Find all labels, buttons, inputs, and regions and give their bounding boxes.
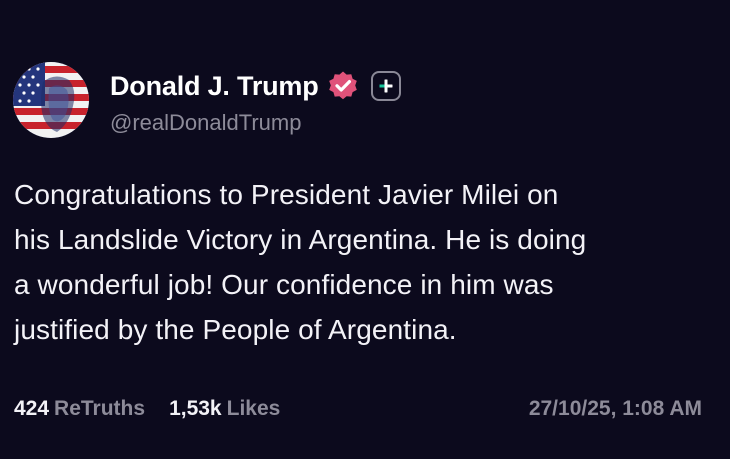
retruths-stat[interactable]: 424 ReTruths bbox=[14, 397, 145, 421]
post-card: Donald J. Trump @realDonaldTrump Congrat… bbox=[0, 0, 730, 459]
plus-icon[interactable] bbox=[370, 71, 401, 101]
author-row: Donald J. Trump bbox=[110, 68, 401, 104]
author-display-name[interactable]: Donald J. Trump bbox=[110, 71, 319, 102]
post-text: Congratulations to President Javier Mile… bbox=[14, 179, 587, 345]
avatar[interactable] bbox=[13, 62, 89, 138]
post-stats: 424 ReTruths 1,53k Likes bbox=[14, 393, 304, 425]
post-timestamp: 27/10/25, 1:08 AM bbox=[528, 397, 702, 420]
retruths-label: ReTruths bbox=[54, 397, 146, 420]
author-handle[interactable]: @realDonaldTrump bbox=[110, 110, 301, 136]
likes-label: Likes bbox=[226, 397, 281, 420]
likes-count: 1,53k bbox=[169, 397, 222, 420]
retruths-count: 424 bbox=[14, 397, 50, 420]
avatar-image bbox=[13, 62, 89, 138]
likes-stat[interactable]: 1,53k Likes bbox=[169, 397, 280, 421]
verified-badge-icon bbox=[327, 70, 359, 102]
